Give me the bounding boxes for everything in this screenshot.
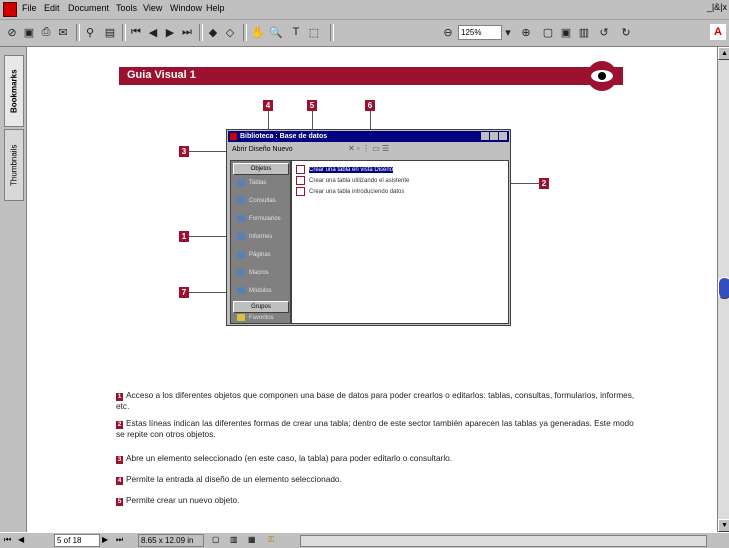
prev-page-icon[interactable]: ◀ bbox=[145, 24, 161, 40]
next-page-icon[interactable]: ▶ bbox=[162, 24, 178, 40]
menu-tools[interactable]: Tools bbox=[116, 3, 137, 13]
zoom-dropdown-icon[interactable]: ▾ bbox=[500, 24, 516, 40]
scroll-down-icon[interactable]: ▼ bbox=[718, 519, 729, 532]
go-forward-icon[interactable]: ◇ bbox=[222, 24, 238, 40]
objects-header: Objetos bbox=[233, 163, 289, 175]
key-icon: ⚿ bbox=[268, 535, 275, 544]
hand-tool-icon[interactable]: ✋ bbox=[250, 24, 266, 40]
zoom-in-icon[interactable]: ⊕ bbox=[518, 24, 534, 40]
graphics-select-icon[interactable]: ⬚ bbox=[306, 24, 322, 40]
toolbar: ⊘ ▣ ⎙ ✉ ⚲ ▤ ⏮ ◀ ▶ ⏭ ◆ ◇ ✋ 🔍 T ⬚ ⊖ 125% ▾… bbox=[0, 20, 729, 47]
side-item-macros: Macros bbox=[237, 269, 269, 276]
acrobat-logo-icon: A bbox=[710, 24, 726, 40]
database-icon bbox=[230, 132, 237, 140]
go-back-icon[interactable]: ◆ bbox=[205, 24, 221, 40]
menu-file[interactable]: File bbox=[22, 3, 37, 13]
side-item-reports: Informes bbox=[237, 233, 272, 240]
callout-7: 7 bbox=[179, 287, 189, 298]
database-toolbar-label: Abrir Diseño Nuevo bbox=[232, 146, 293, 153]
database-window-title: Biblioteca : Base de datos bbox=[228, 131, 509, 142]
next-page-status-icon[interactable]: ▶ bbox=[102, 535, 108, 544]
database-window-controls bbox=[481, 132, 507, 140]
zoom-tool-icon[interactable]: 🔍 bbox=[268, 24, 284, 40]
zoom-level-field[interactable]: 125% bbox=[458, 25, 502, 40]
menu-view[interactable]: View bbox=[143, 3, 162, 13]
first-page-icon[interactable]: ⏮ bbox=[128, 24, 144, 40]
tab-bookmarks[interactable]: Bookmarks bbox=[4, 55, 24, 127]
eye-icon bbox=[587, 61, 617, 91]
navigation-tabs: Bookmarks Thumbnails bbox=[0, 47, 27, 532]
callout-6: 6 bbox=[365, 100, 375, 111]
side-item-modules: Módulos bbox=[237, 287, 272, 294]
paragraph-5: 5 Permite crear un nuevo objeto. bbox=[116, 495, 240, 506]
open-icon[interactable]: ⊘ bbox=[4, 24, 20, 40]
panel-toggle-icon[interactable]: ▤ bbox=[102, 24, 118, 40]
last-page-status-icon[interactable]: ⏭ bbox=[116, 535, 123, 545]
tab-thumbnails[interactable]: Thumbnails bbox=[4, 129, 24, 201]
save-icon[interactable]: ▣ bbox=[21, 24, 37, 40]
paragraph-3: 3 Abre un elemento seleccionado (en este … bbox=[116, 453, 453, 464]
actual-size-icon[interactable]: ▢ bbox=[540, 24, 556, 40]
last-page-icon[interactable]: ⏭ bbox=[179, 24, 195, 40]
window-controls[interactable]: _|&|x bbox=[707, 2, 727, 12]
side-item-pages: Páginas bbox=[237, 251, 271, 258]
callout-5: 5 bbox=[307, 100, 317, 111]
horizontal-scrollbar[interactable] bbox=[300, 535, 707, 547]
rotate-right-icon[interactable]: ↻ bbox=[618, 24, 634, 40]
paragraph-2: 2 Estas líneas indican las diferentes for… bbox=[116, 418, 634, 439]
list-item: Crear una tabla utilizando el asistente bbox=[296, 176, 409, 185]
side-item-forms: Formularios bbox=[237, 215, 281, 222]
objects-pane: Objetos Tablas Consultas Formularios Inf… bbox=[230, 160, 291, 324]
single-page-icon[interactable]: ▢ bbox=[212, 535, 220, 544]
print-icon[interactable]: ⎙ bbox=[38, 24, 54, 40]
first-page-status-icon[interactable]: ⏮ bbox=[4, 535, 11, 545]
menu-bar: File Edit Document Tools View Window Hel… bbox=[0, 0, 729, 20]
callout-1: 1 bbox=[179, 231, 189, 242]
callout-3: 3 bbox=[179, 146, 189, 157]
scroll-up-icon[interactable]: ▲ bbox=[718, 47, 729, 60]
text-select-icon[interactable]: T bbox=[288, 24, 304, 40]
list-item: Crear una tabla introduciendo datos bbox=[296, 187, 404, 196]
vertical-scrollbar[interactable]: ▲ ▼ bbox=[717, 47, 729, 532]
menu-window[interactable]: Window bbox=[170, 3, 202, 13]
zoom-out-icon[interactable]: ⊖ bbox=[440, 24, 456, 40]
database-window-screenshot: Biblioteca : Base de datos Abrir Diseño … bbox=[226, 129, 511, 326]
prev-page-status-icon[interactable]: ◀ bbox=[18, 535, 24, 544]
continuous-icon[interactable]: ▥ bbox=[230, 535, 238, 544]
app-icon bbox=[3, 2, 17, 17]
side-item-favorites: Favoritos bbox=[237, 314, 274, 321]
fit-page-icon[interactable]: ▣ bbox=[558, 24, 574, 40]
facing-pages-icon[interactable]: ▦ bbox=[248, 535, 256, 544]
rotate-left-icon[interactable]: ↺ bbox=[596, 24, 612, 40]
menu-edit[interactable]: Edit bbox=[44, 3, 60, 13]
page-size-display: 8.65 x 12.09 in bbox=[138, 534, 204, 547]
fit-width-icon[interactable]: ▥ bbox=[576, 24, 592, 40]
email-icon[interactable]: ✉ bbox=[55, 24, 71, 40]
callout-2: 2 bbox=[539, 178, 549, 189]
binoculars-icon[interactable]: ⚲ bbox=[82, 24, 98, 40]
objects-list: Crear una tabla en vista Diseño Crear un… bbox=[291, 160, 509, 324]
database-window-toolbar: Abrir Diseño Nuevo ✕ ▫ ⋮ ▭ ☰ bbox=[228, 143, 509, 157]
paragraph-1: 1 Acceso a los diferentes objetos que com… bbox=[116, 390, 635, 411]
document-view[interactable]: Guia Visual 1 4 5 6 3 2 1 7 Biblioteca :… bbox=[27, 47, 717, 532]
menu-help[interactable]: Help bbox=[206, 3, 225, 13]
scroll-thumb[interactable] bbox=[718, 277, 729, 299]
menu-document[interactable]: Document bbox=[68, 3, 109, 13]
page-number-field[interactable]: 5 of 18 bbox=[54, 534, 100, 547]
view-options-icon: ✕ ▫ ⋮ ▭ ☰ bbox=[348, 144, 390, 153]
status-bar: ⏮ ◀ 5 of 18 ▶ ⏭ 8.65 x 12.09 in ▢ ▥ ▦ ⚿ bbox=[0, 532, 729, 548]
side-item-queries: Consultas bbox=[237, 197, 276, 204]
page-title: Guia Visual 1 bbox=[127, 69, 196, 81]
paragraph-4: 4 Permite la entrada al diseño de un elem… bbox=[116, 474, 342, 485]
groups-header: Grupos bbox=[233, 301, 289, 313]
side-item-tables: Tablas bbox=[237, 179, 266, 186]
callout-4: 4 bbox=[263, 100, 273, 111]
list-item: Crear una tabla en vista Diseño bbox=[296, 165, 394, 174]
